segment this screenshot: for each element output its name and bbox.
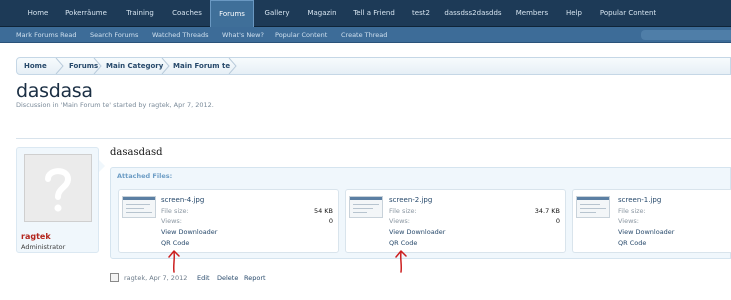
tab-coaches[interactable]: Coaches [164,0,210,27]
edit-link[interactable]: Edit [197,274,210,282]
attachment-thumbnail[interactable] [349,196,383,218]
delete-link[interactable]: Delete [217,274,238,282]
select-post-checkbox[interactable] [110,273,119,282]
user-title: Administrator [21,243,66,251]
attachment-card: screen-2.jpg File size: 34.7 KB Views: 0… [345,189,566,253]
views-label: Views: [389,217,411,225]
tab-training[interactable]: Training [116,0,164,27]
user-block-pointer [99,160,105,172]
breadcrumb-home[interactable]: Home [24,58,47,74]
divider [16,138,731,139]
mark-forums-read-link[interactable]: Mark Forums Read [16,27,77,43]
file-size-value: 54 KB [313,207,333,215]
tab-gallery[interactable]: Gallery [256,0,298,27]
file-size-label: File size: [161,207,189,215]
create-thread-link[interactable]: Create Thread [341,27,387,43]
breadcrumb-separator-icon [228,58,237,74]
views-label: Views: [161,217,183,225]
post-message: dasasdasd [110,147,163,158]
attachments-heading: Attached Files: [117,172,173,180]
breadcrumb-separator-icon [161,58,170,74]
tab-dassdss2dasdds[interactable]: dassdss2dasdds [440,0,506,27]
file-size-value: 34.7 KB [534,207,560,215]
tab-popular-content[interactable]: Popular Content [592,0,664,27]
tab-members[interactable]: Members [508,0,556,27]
tab-test2[interactable]: test2 [404,0,438,27]
annotation-arrow-icon [168,250,180,273]
file-size-label: File size: [618,207,646,215]
tab-magazin[interactable]: Magazin [300,0,344,27]
attachment-thumbnail[interactable] [576,196,610,218]
breadcrumb-separator-icon [55,58,64,74]
qr-code-link[interactable]: QR Code [618,239,646,247]
avatar[interactable] [24,154,92,222]
user-info-block: ragtek Administrator [16,147,99,253]
search-forums-link[interactable]: Search Forums [90,27,138,43]
qr-code-link[interactable]: QR Code [389,239,417,247]
views-label: Views: [618,217,640,225]
page-title: dasdasa [16,80,93,102]
avatar-placeholder-icon [45,168,72,212]
sub-navigation: Mark Forums Read Search Forums Watched T… [0,27,731,43]
thread-description: Discussion in 'Main Forum te' started by… [16,101,214,109]
view-downloader-link[interactable]: View Downloader [161,228,217,236]
views-value: 0 [555,217,560,225]
tab-help[interactable]: Help [558,0,590,27]
view-downloader-link[interactable]: View Downloader [618,228,674,236]
annotation-arrow-icon [395,250,407,273]
breadcrumb-separator-icon [93,58,102,74]
tab-home[interactable]: Home [18,0,58,27]
attachment-filename[interactable]: screen-2.jpg [389,196,432,204]
top-navigation: Home Pokerräume Training Coaches Forums … [0,0,731,27]
username[interactable]: ragtek [21,232,51,241]
attachment-filename[interactable]: screen-4.jpg [161,196,204,204]
tab-pokerraume[interactable]: Pokerräume [58,0,114,27]
post-author-date[interactable]: ragtek, Apr 7, 2012 [124,274,187,282]
attachment-filename[interactable]: screen-1.jpg [618,196,661,204]
breadcrumb-main-category[interactable]: Main Category [106,58,163,74]
qr-code-link[interactable]: QR Code [161,239,189,247]
breadcrumb: Home Forums Main Category Main Forum te [16,57,731,75]
attachment-card: screen-4.jpg File size: 54 KB Views: 0 V… [118,189,339,253]
popular-content-link[interactable]: Popular Content [275,27,327,43]
watched-threads-link[interactable]: Watched Threads [152,27,209,43]
tab-tell-a-friend[interactable]: Tell a Friend [346,0,402,27]
search-bar[interactable] [641,30,731,40]
view-downloader-link[interactable]: View Downloader [389,228,445,236]
attached-files: Attached Files: screen-4.jpg File size: … [110,167,731,259]
file-size-label: File size: [389,207,417,215]
views-value: 0 [328,217,333,225]
attachment-card: screen-1.jpg File size: Views: View Down… [572,189,731,253]
breadcrumb-main-forum-te[interactable]: Main Forum te [173,58,230,74]
attachment-thumbnail[interactable] [122,196,156,218]
whats-new-link[interactable]: What's New? [222,27,264,43]
report-link[interactable]: Report [244,274,266,282]
tab-forums[interactable]: Forums [210,0,254,27]
